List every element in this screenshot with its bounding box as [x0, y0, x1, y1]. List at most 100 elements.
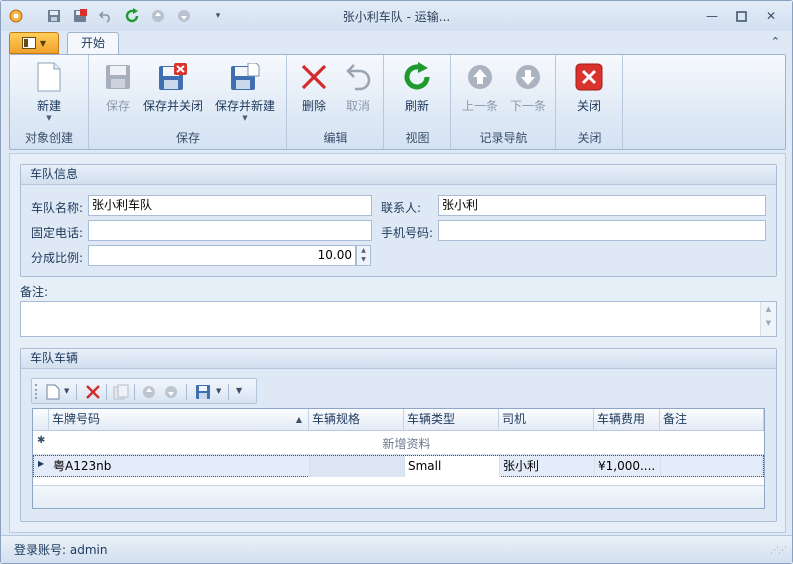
cell-type[interactable]: Small	[405, 456, 500, 477]
save-close-button[interactable]: 保存并关闭	[140, 61, 206, 114]
ribbon: 新建 ▼ 对象创建 保存 保存并关闭 保存并新建 ▼ 保存 删除 取消 编辑 刷…	[9, 54, 786, 150]
new-row-icon[interactable]	[44, 383, 62, 401]
group-nav-label: 记录导航	[479, 131, 528, 145]
vehicles-panel: 车队车辆 ▼ ▼ ▼ 车牌号码 ▲ 车辆规格 车辆类型 司机 车辆费用 备注 ✱…	[20, 348, 777, 522]
fleet-info-panel: 车队信息 车队名称: 张小利车队 联系人: 张小利 固定电话: 手机号码: 分成…	[20, 164, 777, 277]
fleet-name-label: 车队名称:	[31, 201, 84, 215]
cell-driver[interactable]: 张小利	[500, 456, 595, 477]
tab-start[interactable]: 开始	[67, 32, 119, 55]
refresh-icon	[401, 61, 433, 93]
ratio-spinner[interactable]: ▲ ▼	[356, 245, 371, 266]
save-close-icon	[157, 61, 189, 93]
grid-toolbar: ▼ ▼ ▼	[31, 378, 257, 404]
window-title: 张小利车队 - 运输...	[342, 10, 451, 24]
ratio-label: 分成比例:	[31, 251, 84, 265]
delete-x-icon	[298, 61, 330, 93]
chevron-down-icon: ▼	[242, 114, 248, 122]
vehicles-header: 车队车辆	[21, 349, 776, 369]
mobile-input[interactable]	[438, 220, 766, 241]
vehicles-grid: 车牌号码 ▲ 车辆规格 车辆类型 司机 车辆费用 备注 ✱ 新增资料 ▶ 粤A1…	[32, 408, 765, 509]
arrow-down-circle-icon	[512, 61, 544, 93]
cell-plate[interactable]: 粤A123nb	[50, 456, 310, 477]
row-pointer-icon: ▶	[38, 459, 45, 468]
save-disk-icon	[102, 61, 134, 93]
grid-footer	[33, 485, 764, 508]
mobile-label: 手机号码:	[381, 226, 434, 240]
phone-input[interactable]	[88, 220, 372, 241]
app-menu-icon	[21, 37, 36, 49]
cell-cost[interactable]: ¥1,000....	[595, 456, 661, 477]
maximize-icon[interactable]	[730, 7, 752, 25]
contact-input[interactable]: 张小利	[438, 195, 766, 216]
group-save: 保存 保存并关闭 保存并新建 ▼ 保存	[90, 55, 287, 149]
group-view: 刷新 视图	[385, 55, 451, 149]
chevron-down-icon: ▼	[46, 114, 52, 122]
fleet-info-header: 车队信息	[21, 165, 776, 185]
cancel-button[interactable]: 取消	[338, 61, 378, 114]
close-button[interactable]: 关闭	[569, 61, 609, 114]
cell-spec[interactable]	[310, 456, 405, 477]
undo-icon	[342, 61, 374, 93]
group-nav: 上一条 下一条 记录导航	[452, 55, 556, 149]
column-header-type[interactable]: 车辆类型	[404, 409, 499, 431]
toolbar-separator	[186, 384, 187, 400]
chevron-down-icon[interactable]: ▼	[64, 387, 69, 395]
contact-label: 联系人:	[381, 201, 422, 215]
column-header-driver[interactable]: 司机	[499, 409, 594, 431]
group-edit: 删除 取消 编辑	[288, 55, 384, 149]
prev-record-button[interactable]: 上一条	[458, 61, 502, 114]
move-up-icon[interactable]	[140, 383, 158, 401]
app-window: ▾ 张小利车队 - 运输... — ✕ ▼ 开始 ⌃ 新建 ▼ 对象创建 保存 …	[0, 0, 793, 564]
save-button[interactable]: 保存	[100, 61, 136, 114]
close-red-icon	[573, 61, 605, 93]
toolbar-separator	[76, 384, 77, 400]
title-bar: ▾ 张小利车队 - 运输... — ✕	[1, 1, 792, 31]
column-header-plate[interactable]: 车牌号码 ▲	[49, 409, 309, 431]
copy-row-icon[interactable]	[112, 383, 130, 401]
remarks-textarea[interactable]: ▲ ▼	[20, 301, 777, 337]
chevron-down-icon[interactable]: ▼	[216, 387, 221, 395]
phone-label: 固定电话:	[31, 226, 84, 240]
delete-row-icon[interactable]	[84, 383, 102, 401]
ribbon-collapse-icon[interactable]: ⌃	[771, 35, 780, 48]
minimize-icon[interactable]: —	[701, 7, 723, 25]
cell-note[interactable]	[661, 456, 763, 477]
status-bar: 登录账号: admin ⋰⋰	[1, 535, 792, 563]
group-view-label: 视图	[405, 131, 430, 145]
row-indicator-header	[33, 409, 49, 431]
column-header-cost[interactable]: 车辆费用	[594, 409, 660, 431]
new-document-icon	[33, 61, 65, 93]
new-row[interactable]: ✱ 新增资料	[33, 431, 764, 455]
toolbar-overflow-icon[interactable]: ▼	[236, 386, 242, 395]
ribbon-tab-row: ▼ 开始 ⌃	[1, 31, 792, 55]
ratio-input[interactable]: 10.00	[88, 245, 356, 266]
main-content: 车队信息 车队名称: 张小利车队 联系人: 张小利 固定电话: 手机号码: 分成…	[9, 153, 786, 533]
group-close: 关闭 关闭	[557, 55, 623, 149]
group-close-label: 关闭	[577, 131, 602, 145]
toolbar-separator	[228, 384, 229, 400]
asterisk-icon: ✱	[37, 435, 46, 446]
resize-grip-icon[interactable]: ⋰⋰	[770, 546, 787, 556]
refresh-button[interactable]: 刷新	[397, 61, 437, 114]
group-create: 新建 ▼ 对象创建	[10, 55, 89, 149]
column-header-note[interactable]: 备注	[660, 409, 764, 431]
chevron-down-icon: ▼	[39, 38, 47, 48]
new-button[interactable]: 新建 ▼	[18, 61, 80, 122]
fleet-name-input[interactable]: 张小利车队	[88, 195, 372, 216]
save-new-icon	[229, 61, 261, 93]
save-new-button[interactable]: 保存并新建 ▼	[212, 61, 278, 122]
group-edit-label: 编辑	[323, 131, 348, 145]
move-down-icon[interactable]	[162, 383, 180, 401]
remarks-scrollbar[interactable]: ▲ ▼	[760, 302, 776, 336]
column-header-spec[interactable]: 车辆规格	[309, 409, 404, 431]
toolbar-grip[interactable]	[35, 384, 37, 399]
new-row-text: 新增资料	[382, 437, 431, 451]
next-record-button[interactable]: 下一条	[506, 61, 550, 114]
app-menu-button[interactable]: ▼	[9, 32, 59, 54]
toolbar-separator	[134, 384, 135, 400]
delete-button[interactable]: 删除	[294, 61, 334, 114]
close-window-icon[interactable]: ✕	[760, 7, 782, 25]
save-grid-icon[interactable]	[194, 383, 212, 401]
remarks-label: 备注:	[20, 285, 49, 299]
table-row[interactable]: ▶ 粤A123nb Small 张小利 ¥1,000....	[33, 455, 764, 477]
